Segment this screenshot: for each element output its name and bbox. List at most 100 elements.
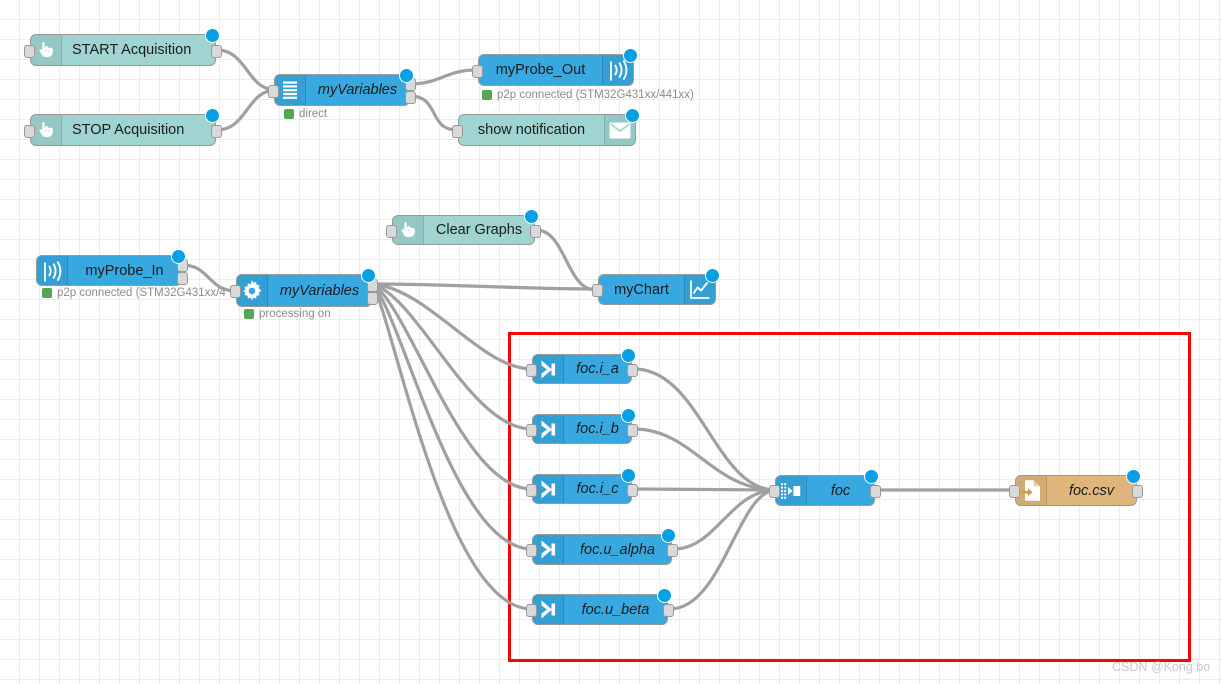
node-badge-dot-foc-join[interactable] (864, 469, 879, 484)
output-port-foc-join-1[interactable] (870, 485, 881, 498)
node-foc-u-alpha[interactable]: foc.u_alpha (526, 528, 678, 565)
status-dot-icon (284, 109, 294, 119)
output-port-foc-u-beta-1[interactable] (663, 604, 674, 617)
arrow-right-icon (533, 355, 564, 383)
node-label-start-acquisition: START Acquisition (72, 42, 192, 58)
gear-icon (237, 275, 268, 306)
input-port-stop-acquisition[interactable] (24, 124, 35, 138)
input-port-foc-join[interactable] (769, 485, 780, 498)
node-badge-dot-myprobe-out[interactable] (623, 48, 638, 63)
input-port-show-notification[interactable] (452, 124, 463, 138)
node-label-stop-acquisition: STOP Acquisition (72, 122, 185, 138)
node-badge-dot-myvariables-processing[interactable] (361, 268, 376, 283)
pointer-hand-icon (393, 216, 424, 244)
node-label-foc-i-b: foc.i_b (576, 421, 619, 437)
output-port-foc-i-a-1[interactable] (627, 363, 638, 377)
output-port-start-acquisition-1[interactable] (211, 44, 222, 58)
output-port-foc-u-alpha-1[interactable] (667, 544, 678, 557)
node-badge-dot-foc-i-b[interactable] (621, 408, 636, 423)
wire-clear-graphs-to-mychart[interactable] (534, 228, 598, 292)
node-myvariables-processing[interactable]: myVariables (230, 268, 378, 307)
node-label-foc-u-alpha: foc.u_alpha (580, 541, 655, 558)
input-port-myprobe-out[interactable] (472, 64, 483, 78)
output-port-foc-csv-1[interactable] (1132, 485, 1143, 498)
arrow-right-icon (533, 475, 564, 503)
node-badge-dot-myprobe-in[interactable] (171, 249, 186, 264)
join-icon (776, 476, 807, 505)
output-port-foc-i-b-1[interactable] (627, 423, 638, 437)
input-port-myvariables-direct[interactable] (268, 84, 279, 98)
node-myvariables-direct[interactable]: myVariables (268, 68, 416, 106)
status-dot-icon (42, 288, 52, 298)
input-port-myvariables-processing[interactable] (230, 285, 241, 298)
node-badge-dot-mychart[interactable] (705, 268, 720, 283)
file-write-icon (1016, 476, 1047, 505)
output-port-stop-acquisition-1[interactable] (211, 124, 222, 138)
arrow-right-icon (533, 415, 564, 443)
wire-myvariables-direct-to-myprobe-out[interactable] (408, 68, 478, 86)
input-port-clear-graphs[interactable] (386, 224, 397, 238)
antenna-broadcast-icon (37, 256, 68, 285)
node-myprobe-out[interactable]: myProbe_Out (472, 48, 638, 86)
node-badge-dot-foc-u-beta[interactable] (657, 588, 672, 603)
node-label-foc-u-beta: foc.u_beta (581, 601, 650, 618)
input-port-foc-u-alpha[interactable] (526, 544, 537, 557)
output-port-myvariables-processing-2[interactable] (367, 291, 378, 305)
output-port-myvariables-direct-2[interactable] (405, 91, 416, 104)
node-foc-i-a[interactable]: foc.i_a (526, 348, 638, 384)
node-start-acquisition[interactable]: START Acquisition (24, 28, 222, 66)
node-label-clear-graphs: Clear Graphs (435, 222, 523, 238)
node-status-myprobe-in: p2p connected (STM32G431xx/4 (42, 287, 226, 299)
node-foc-i-b[interactable]: foc.i_b (526, 408, 638, 444)
node-status-myvariables-processing: processing on (244, 308, 331, 320)
input-port-foc-i-a[interactable] (526, 363, 537, 377)
pointer-hand-icon (31, 115, 62, 145)
node-label-foc-i-a: foc.i_a (576, 361, 619, 377)
input-port-mychart[interactable] (592, 284, 603, 297)
input-port-foc-csv[interactable] (1009, 485, 1020, 498)
input-port-foc-i-c[interactable] (526, 483, 537, 497)
input-port-foc-u-beta[interactable] (526, 604, 537, 617)
pointer-hand-icon (31, 35, 62, 65)
node-label-foc-csv: foc.csv (1068, 482, 1115, 499)
wire-myvariables-processing-to-mychart[interactable] (371, 282, 599, 291)
node-foc-u-beta[interactable]: foc.u_beta (526, 588, 674, 625)
node-foc-join[interactable]: foc (769, 469, 881, 506)
input-port-foc-i-b[interactable] (526, 423, 537, 437)
output-port-myprobe-in-2[interactable] (177, 271, 188, 285)
node-label-myvariables-direct: myVariables (317, 82, 398, 98)
node-myprobe-in[interactable]: myProbe_In (36, 249, 188, 286)
node-foc-i-c[interactable]: foc.i_c (526, 468, 638, 504)
node-badge-dot-stop-acquisition[interactable] (205, 108, 220, 123)
list-lines-icon (275, 75, 306, 105)
node-mychart[interactable]: myChart (592, 268, 720, 305)
flow-canvas[interactable]: START Acquisition STOP Acquisition myVaria… (0, 0, 1222, 684)
node-label-foc-join: foc (830, 482, 851, 499)
status-dot-icon (482, 90, 492, 100)
output-port-clear-graphs-1[interactable] (530, 224, 541, 238)
node-status-myprobe-out: p2p connected (STM32G431xx/441xx) (482, 89, 694, 101)
node-badge-dot-show-notification[interactable] (625, 108, 640, 123)
node-label-myprobe-in: myProbe_In (85, 262, 164, 279)
output-port-foc-i-c-1[interactable] (627, 483, 638, 497)
node-badge-dot-myvariables-direct[interactable] (399, 68, 414, 83)
node-badge-dot-start-acquisition[interactable] (205, 28, 220, 43)
wire-stop-acquisition-to-myvariables-direct[interactable] (215, 88, 278, 132)
wire-start-acquisition-to-myvariables-direct[interactable] (215, 48, 278, 92)
node-badge-dot-foc-u-alpha[interactable] (661, 528, 676, 543)
node-badge-dot-clear-graphs[interactable] (524, 209, 539, 224)
node-badge-dot-foc-i-c[interactable] (621, 468, 636, 483)
node-foc-csv[interactable]: foc.csv (1009, 469, 1143, 506)
node-status-text-myprobe-in: p2p connected (STM32G431xx/4 (57, 287, 226, 299)
input-port-start-acquisition[interactable] (24, 44, 35, 58)
node-label-myvariables-processing: myVariables (279, 282, 360, 299)
arrow-right-icon (533, 595, 564, 624)
wire-myvariables-direct-to-show-notification[interactable] (408, 94, 459, 132)
arrow-right-icon (533, 535, 564, 564)
node-clear-graphs[interactable]: Clear Graphs (386, 209, 541, 245)
node-stop-acquisition[interactable]: STOP Acquisition (24, 108, 222, 146)
node-badge-dot-foc-csv[interactable] (1126, 469, 1141, 484)
node-label-myprobe-out: myProbe_Out (495, 62, 586, 78)
node-show-notification[interactable]: show notification (452, 108, 640, 146)
node-badge-dot-foc-i-a[interactable] (621, 348, 636, 363)
